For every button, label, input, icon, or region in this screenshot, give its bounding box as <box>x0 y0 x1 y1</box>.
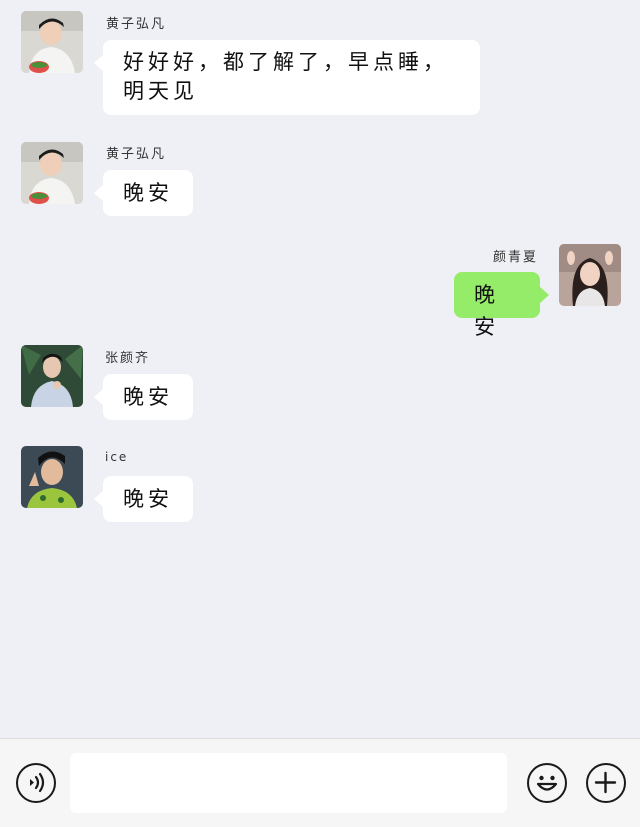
emoji-button[interactable] <box>527 763 567 803</box>
avatar[interactable] <box>21 345 83 407</box>
sender-name: 颜青夏 <box>492 250 538 265</box>
message-input[interactable] <box>70 753 507 813</box>
sender-name: 张颜齐 <box>105 351 151 366</box>
voice-button[interactable] <box>16 763 56 803</box>
plus-button[interactable] <box>586 763 626 803</box>
sender-name: ice <box>105 450 129 464</box>
message-text: 晚安 <box>123 385 173 409</box>
message-bubble[interactable]: 晚安 <box>454 272 549 339</box>
message-bubble[interactable]: 晚安 <box>94 170 193 216</box>
emoji-icon <box>536 775 558 791</box>
avatar[interactable] <box>559 244 621 306</box>
avatar[interactable] <box>21 142 83 204</box>
avatar[interactable] <box>21 446 83 508</box>
message-bubble[interactable]: 晚安 <box>94 374 193 420</box>
message-text: 晚安 <box>474 283 499 339</box>
avatar[interactable] <box>21 11 83 73</box>
plus-icon <box>594 771 617 794</box>
message-text: 晚安 <box>123 487 173 511</box>
message-bubble[interactable]: 晚安 <box>94 476 193 522</box>
message-bubble[interactable]: 好好好，都了解了，早点睡，明天见 <box>94 40 480 115</box>
sender-name: 黄子弘凡 <box>106 147 167 162</box>
chat-screen: 黄子弘凡 好好好，都了解了，早点睡，明天见 黄子弘凡 晚安 颜青夏 晚安 张颜齐… <box>0 0 640 827</box>
message-text: 晚安 <box>123 181 173 205</box>
message-text: 好好好，都了解了，早点睡，明天见 <box>123 50 448 103</box>
voice-icon <box>30 772 45 793</box>
input-bar <box>0 738 640 827</box>
sender-name: 黄子弘凡 <box>106 17 167 32</box>
